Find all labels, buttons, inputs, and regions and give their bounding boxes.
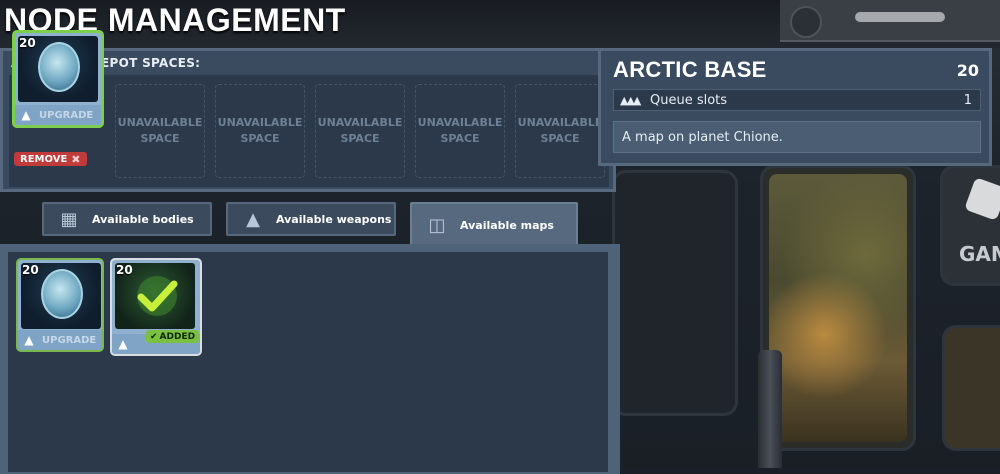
map-description: A map on planet Chione. bbox=[613, 121, 981, 153]
background-pole bbox=[758, 350, 782, 468]
checkmark-icon bbox=[137, 276, 178, 316]
map-level: 20 bbox=[956, 61, 979, 80]
map-thumbnail bbox=[41, 269, 83, 319]
tab-label: Available bodies bbox=[92, 212, 194, 226]
stat-row-queue-slots: ▲▲▲ Queue slots 1 bbox=[613, 89, 981, 111]
stat-value: 1 bbox=[963, 92, 972, 108]
weapon-icon: ▲ bbox=[246, 208, 260, 230]
upgrade-arrow-icon: ▲ bbox=[24, 333, 34, 347]
card-footer-label: UPGRADE bbox=[42, 334, 97, 346]
map-card[interactable]: 20 ▲ UPGRADE bbox=[16, 258, 104, 352]
map-name: ARCTIC BASE bbox=[613, 57, 767, 82]
unavailable-slot: UNAVAILABLE SPACE bbox=[215, 84, 305, 178]
checkmark-icon: ✔ bbox=[150, 331, 158, 342]
dice-icon bbox=[964, 177, 1000, 221]
tab-available-maps[interactable]: ◫ Available maps bbox=[410, 202, 578, 246]
games-side-button[interactable]: GAM bbox=[940, 165, 1000, 286]
upgrade-arrow-icon: ▲ bbox=[21, 108, 31, 122]
background-monitor bbox=[612, 170, 738, 416]
map-detail-panel: ARCTIC BASE 20 ▲▲▲ Queue slots 1 A map o… bbox=[598, 48, 992, 166]
card-level: 20 bbox=[22, 263, 39, 277]
added-label: ADDED bbox=[159, 331, 196, 342]
upgrade-arrow-icon: ▲ bbox=[118, 337, 128, 351]
ceiling-machinery bbox=[780, 0, 1000, 42]
card-footer-label: UPGRADE bbox=[39, 109, 94, 121]
tab-label: Available weapons bbox=[276, 212, 392, 226]
unavailable-slot: UNAVAILABLE SPACE bbox=[415, 84, 505, 178]
map-icon: ◫ bbox=[428, 214, 446, 236]
close-icon: ✖ bbox=[71, 152, 81, 166]
card-footer: ▲ UPGRADE bbox=[15, 105, 101, 125]
jungle-scene bbox=[769, 174, 907, 442]
card-level: 20 bbox=[116, 263, 133, 277]
unavailable-slot: UNAVAILABLE SPACE bbox=[315, 84, 405, 178]
arctic-base-thumbnail bbox=[38, 42, 80, 92]
background-side-panel bbox=[942, 325, 1000, 451]
stat-label: Queue slots bbox=[650, 92, 728, 108]
remove-label: REMOVE bbox=[20, 153, 68, 165]
remove-button[interactable]: REMOVE ✖ bbox=[14, 152, 87, 166]
ceiling-knob bbox=[790, 6, 822, 38]
ceiling-lamp bbox=[855, 12, 945, 22]
tab-available-bodies[interactable]: ▦ Available bodies bbox=[42, 202, 212, 236]
robot-body-icon: ▦ bbox=[60, 208, 78, 230]
games-side-button-label: GAM bbox=[959, 242, 1000, 266]
background-jungle-window bbox=[760, 165, 916, 451]
card-footer: ▲ UPGRADE bbox=[18, 330, 102, 350]
depot-map-card[interactable]: 20 ▲ UPGRADE bbox=[12, 30, 104, 128]
card-level: 20 bbox=[19, 36, 36, 50]
added-badge: ✔ ADDED bbox=[146, 330, 200, 343]
tab-available-weapons[interactable]: ▲ Available weapons bbox=[226, 202, 396, 236]
unavailable-slot: UNAVAILABLE SPACE bbox=[515, 84, 605, 178]
unavailable-slot: UNAVAILABLE SPACE bbox=[115, 84, 205, 178]
tab-label: Available maps bbox=[460, 218, 554, 232]
queue-slots-icon: ▲▲▲ bbox=[620, 93, 641, 107]
